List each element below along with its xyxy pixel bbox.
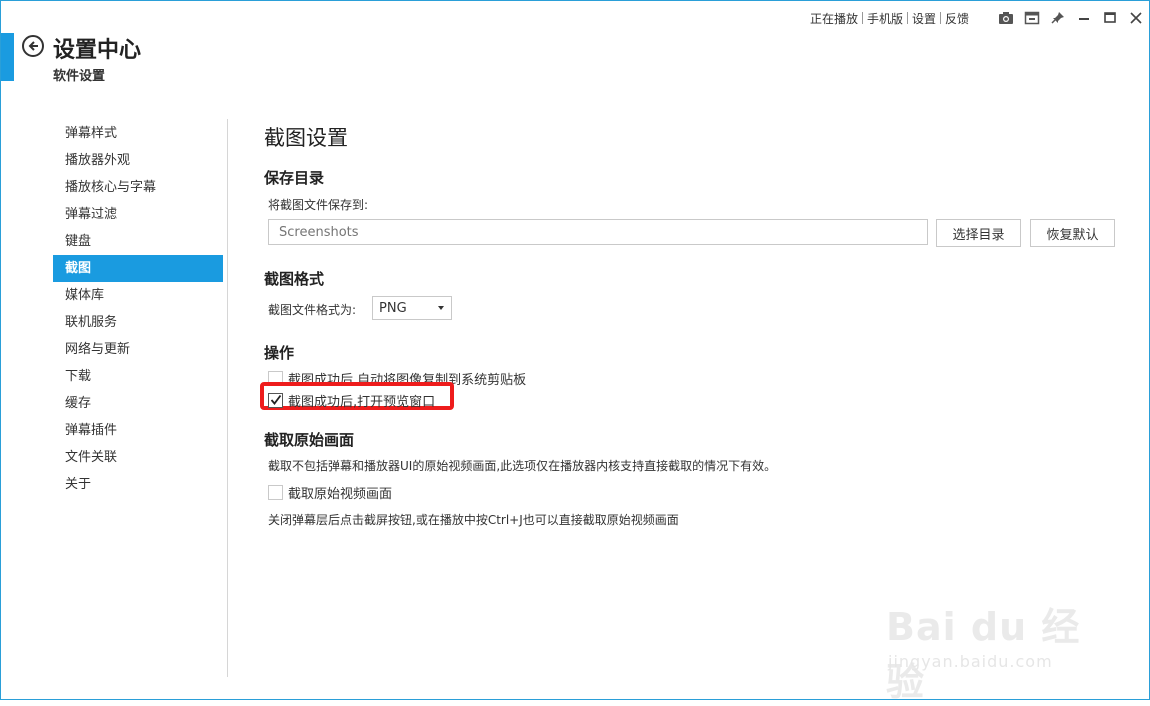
- sidebar-item-player-appearance[interactable]: 播放器外观: [53, 147, 223, 174]
- sidebar-item-online-service[interactable]: 联机服务: [53, 309, 223, 336]
- sidebar-item-danmaku-style[interactable]: 弹幕样式: [53, 120, 223, 147]
- reset-default-button[interactable]: 恢复默认: [1030, 219, 1115, 247]
- raw-capture-label: 截取原始视频画面: [288, 487, 393, 502]
- settings-sidebar: 弹幕样式 播放器外观 播放核心与字幕 弹幕过滤 键盘 截图 媒体库 联机服务 网…: [53, 120, 223, 498]
- sidebar-item-file-association[interactable]: 文件关联: [53, 444, 223, 471]
- sidebar-item-danmaku-filter[interactable]: 弹幕过滤: [53, 201, 223, 228]
- raw-capture-note: 关闭弹幕层后点击截屏按钮,或在播放中按Ctrl+J也可以直接截取原始视频画面: [268, 513, 679, 527]
- chevron-down-icon: [438, 306, 444, 310]
- checkmark-icon: [270, 394, 282, 405]
- camera-button[interactable]: [993, 8, 1019, 28]
- raw-capture-option[interactable]: 截取原始视频画面: [268, 483, 392, 502]
- back-arrow-icon: [28, 41, 38, 51]
- minimize-icon: [1079, 18, 1089, 20]
- minimize-button[interactable]: [1071, 8, 1097, 28]
- back-button[interactable]: [22, 35, 44, 57]
- page-subtitle: 软件设置: [53, 69, 106, 84]
- sidebar-item-cache[interactable]: 缓存: [53, 390, 223, 417]
- sidebar-item-about[interactable]: 关于: [53, 471, 223, 498]
- open-preview-checkbox[interactable]: [268, 393, 283, 408]
- settings-window: 设置中心 软件设置 正在播放 手机版 设置 反馈 弹幕样式 播放器外观 播放核心…: [0, 0, 1150, 704]
- format-select-value: PNG: [379, 300, 407, 316]
- open-preview-option[interactable]: 截图成功后,打开预览窗口: [268, 391, 435, 410]
- close-button[interactable]: [1123, 8, 1149, 28]
- mini-mode-button[interactable]: [1019, 8, 1045, 28]
- sidebar-item-danmaku-plugins[interactable]: 弹幕插件: [53, 417, 223, 444]
- close-icon: [1130, 12, 1142, 24]
- mini-mode-icon: [1024, 11, 1040, 25]
- format-heading: 截图格式: [264, 270, 325, 288]
- format-select[interactable]: PNG: [372, 296, 452, 320]
- actions-heading: 操作: [264, 344, 295, 362]
- sidebar-item-download[interactable]: 下载: [53, 363, 223, 390]
- page-title: 设置中心: [53, 38, 142, 63]
- title-accent-bar: [1, 33, 14, 81]
- raw-capture-checkbox[interactable]: [268, 485, 283, 500]
- sidebar-item-network-update[interactable]: 网络与更新: [53, 336, 223, 363]
- sidebar-item-keyboard[interactable]: 键盘: [53, 228, 223, 255]
- format-label: 截图文件格式为:: [268, 303, 357, 317]
- raw-capture-heading: 截取原始画面: [264, 431, 355, 449]
- save-dir-heading: 保存目录: [264, 169, 325, 187]
- choose-dir-button[interactable]: 选择目录: [936, 219, 1021, 247]
- feedback-link[interactable]: 反馈: [941, 10, 973, 27]
- mobile-link[interactable]: 手机版: [863, 10, 907, 27]
- save-dir-input[interactable]: [268, 219, 928, 245]
- pin-icon: [1051, 12, 1064, 24]
- pin-button[interactable]: [1045, 8, 1071, 28]
- save-dir-label: 将截图文件保存到:: [268, 198, 369, 212]
- camera-icon: [999, 12, 1013, 24]
- top-toolbar: 正在播放 手机版 设置 反馈: [806, 8, 1149, 28]
- settings-link[interactable]: 设置: [908, 10, 940, 27]
- raw-capture-description: 截取不包括弹幕和播放器UI的原始视频画面,此选项仅在播放器内核支持直接截取的情况…: [268, 459, 777, 473]
- maximize-button[interactable]: [1097, 8, 1123, 28]
- sidebar-item-media-library[interactable]: 媒体库: [53, 282, 223, 309]
- maximize-icon: [1104, 12, 1116, 23]
- sidebar-divider: [227, 119, 228, 677]
- sidebar-item-player-core-subtitles[interactable]: 播放核心与字幕: [53, 174, 223, 201]
- now-playing-link[interactable]: 正在播放: [806, 10, 862, 27]
- sidebar-item-screenshot[interactable]: 截图: [53, 255, 223, 282]
- open-preview-label: 截图成功后,打开预览窗口: [288, 395, 436, 410]
- section-title: 截图设置: [264, 126, 348, 150]
- baidu-jingyan-watermark: Bai du 经验 jingyan.baidu.com: [886, 605, 1081, 704]
